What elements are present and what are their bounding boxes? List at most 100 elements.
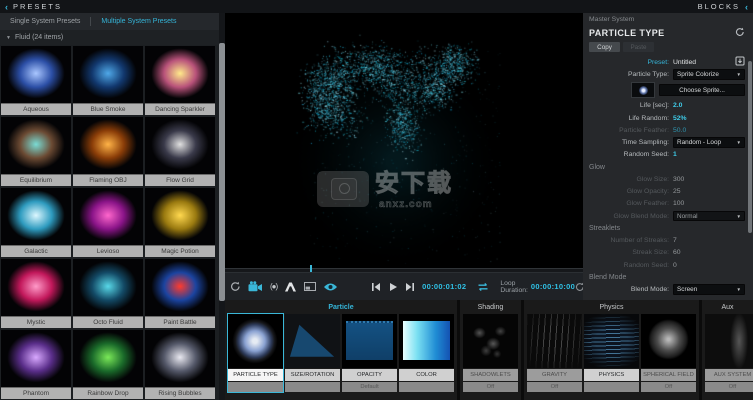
preset-item[interactable]: Flow Grid — [145, 117, 215, 186]
preset-field-label: Preset: — [589, 59, 673, 66]
block-card-particle-type[interactable]: PARTICLE TYPE — [228, 314, 283, 392]
preset-label: Galactic — [1, 245, 71, 257]
preset-item[interactable]: Dancing Sparkler — [145, 46, 215, 115]
particle-type-row: Particle Type: Sprite Colorize ▼ — [589, 68, 745, 80]
reset-simulation-icon[interactable] — [230, 281, 241, 292]
particle-type-thumb — [228, 314, 283, 368]
particle-feather-value[interactable]: 50.0 — [673, 127, 686, 134]
blend-mode-row: Blend Mode: Screen ▼ — [589, 283, 745, 295]
block-card-label: AUX SYSTEM — [705, 369, 753, 381]
block-card-size-rotation[interactable]: SIZE/ROTATION — [285, 314, 340, 392]
glow-feather-label: Glow Feather: — [589, 200, 673, 207]
group-header-physics[interactable]: Physics — [527, 301, 696, 314]
block-card-physics[interactable]: PHYSICS — [584, 314, 639, 392]
particle-type-dropdown[interactable]: Sprite Colorize ▼ — [673, 69, 745, 80]
motion-blur-icon[interactable]: (●) — [270, 282, 277, 291]
preset-thumbnail — [73, 330, 143, 387]
block-card-gravity[interactable]: GRAVITY Off — [527, 314, 582, 392]
caret-down-icon: ▼ — [737, 214, 741, 219]
group-header-shading[interactable]: Shading — [463, 301, 518, 314]
blend-mode-dropdown[interactable]: Screen ▼ — [673, 284, 745, 295]
preset-item[interactable]: Phantom — [1, 330, 71, 399]
block-card-opacity[interactable]: OPACITY Default — [342, 314, 397, 392]
aux-system-thumb — [705, 314, 753, 368]
block-card-label: SHADOWLETS — [463, 369, 518, 381]
glow-feather-row: Glow Feather: 100 — [589, 198, 745, 210]
spherical-field-thumb — [641, 314, 696, 368]
preview-viewport[interactable]: 安下载 anxz.com — [225, 13, 583, 272]
preset-item[interactable]: Paint Battle — [145, 259, 215, 328]
preset-thumbnail — [1, 46, 71, 103]
tab-single-system-presets[interactable]: Single System Presets — [0, 18, 90, 25]
loop-duration-label: Loop Duration: — [500, 280, 528, 294]
preset-item[interactable]: Octo Fluid — [73, 259, 143, 328]
glow-feather-value: 100 — [673, 200, 684, 207]
reset-panel-icon[interactable] — [735, 24, 745, 42]
block-card-shadowlets[interactable]: SHADOWLETS Off — [463, 314, 518, 392]
block-card-sub: Off — [641, 382, 696, 392]
life-label: Life [sec]: — [589, 102, 673, 109]
preset-field-value[interactable]: Untitled — [673, 59, 696, 66]
loop-icon[interactable] — [476, 282, 490, 292]
group-header-aux[interactable]: Aux — [705, 301, 750, 314]
preset-thumbnail — [73, 46, 143, 103]
time-sampling-dropdown[interactable]: Random - Loop ▼ — [673, 137, 745, 148]
preset-item[interactable]: Rainbow Drop — [73, 330, 143, 399]
aux-block-group: Aux AUX SYSTEM Off — [702, 300, 753, 400]
block-card-sub — [399, 382, 454, 392]
preview-window-icon[interactable] — [304, 282, 316, 291]
preset-item[interactable]: Blue Smoke — [73, 46, 143, 115]
play-button-icon[interactable] — [388, 282, 398, 292]
loop-duration-value[interactable]: 00:00:10:00 — [531, 282, 575, 291]
copy-button[interactable]: Copy — [589, 42, 620, 52]
glow-blend-dropdown[interactable]: Normal ▼ — [673, 211, 745, 222]
skip-end-icon[interactable] — [405, 282, 415, 292]
preset-item[interactable]: Flaming OBJ — [73, 117, 143, 186]
particle-designer-app: ‹ PRESETS BLOCKS ‹ Single System Presets… — [0, 0, 753, 400]
block-card-spherical-field[interactable]: SPHERICAL FIELD Off — [641, 314, 696, 392]
color-thumb — [399, 314, 454, 368]
block-card-color[interactable]: COLOR — [399, 314, 454, 392]
preset-thumbnail — [145, 330, 215, 387]
fluid-section-header[interactable]: ▼ Fluid (24 items) — [0, 30, 225, 45]
back-chevron-icon[interactable]: ‹ — [5, 2, 8, 12]
preset-item[interactable]: Levioso — [73, 188, 143, 257]
glow-opacity-value: 25 — [673, 188, 681, 195]
sprite-thumbnail[interactable] — [631, 82, 655, 98]
blocks-title: BLOCKS — [698, 2, 740, 11]
choose-sprite-button[interactable]: Choose Sprite... — [659, 84, 745, 96]
particle-feather-label: Particle Feather: — [589, 127, 673, 134]
preset-item[interactable]: Magic Potion — [145, 188, 215, 257]
sprite-row: Choose Sprite... — [589, 81, 745, 100]
visibility-eye-icon[interactable] — [323, 282, 338, 292]
random-seed-value[interactable]: 1 — [673, 151, 677, 158]
block-card-aux-system[interactable]: AUX SYSTEM Off — [705, 314, 753, 392]
streaklets-section-header: Streaklets — [589, 223, 745, 234]
preset-item[interactable]: Equilibrium — [1, 117, 71, 186]
preset-item[interactable]: Aqueous — [1, 46, 71, 115]
gravity-thumb — [527, 314, 582, 368]
paste-button[interactable]: Paste — [623, 42, 654, 52]
preset-item[interactable]: Rising Bubbles — [145, 330, 215, 399]
group-header-particle[interactable]: Particle — [228, 301, 454, 314]
triangle-down-icon: ▼ — [6, 35, 11, 41]
preset-thumbnail — [145, 46, 215, 103]
current-timecode[interactable]: 00:00:01:02 — [422, 282, 466, 291]
glow-blend-row: Glow Blend Mode: Normal ▼ — [589, 210, 745, 222]
preset-item[interactable]: Mystic — [1, 259, 71, 328]
camera-icon[interactable] — [248, 281, 263, 292]
preset-item[interactable]: Galactic — [1, 188, 71, 257]
playhead[interactable] — [310, 265, 312, 272]
preset-tabs: Single System Presets Multiple System Pr… — [0, 13, 225, 30]
life-random-value[interactable]: 52% — [673, 115, 687, 122]
quality-icon[interactable] — [284, 282, 297, 292]
life-value[interactable]: 2.0 — [673, 102, 682, 109]
preset-grid: Aqueous Blue Smoke Dancing Sparkler Equi… — [1, 46, 217, 399]
watermark: 安下载 anxz.com — [317, 171, 453, 210]
skip-start-icon[interactable] — [371, 282, 381, 292]
inspector-scrollbar-thumb[interactable] — [748, 61, 752, 233]
tab-multiple-system-presets[interactable]: Multiple System Presets — [91, 18, 186, 25]
master-system-label: Master System — [589, 16, 745, 26]
glow-section-header: Glow — [589, 162, 745, 173]
blocks-collapse-chevron-icon[interactable]: ‹ — [745, 2, 748, 12]
